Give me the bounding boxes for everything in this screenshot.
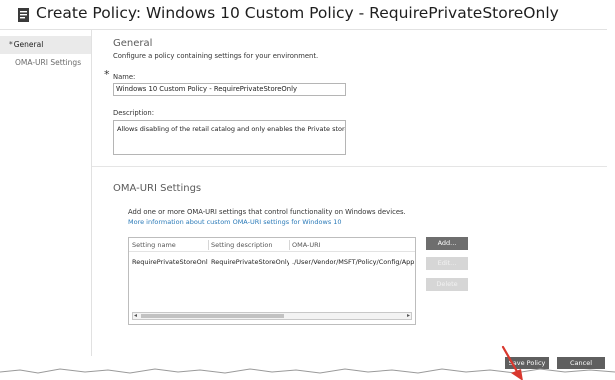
window-title: Create Policy: Windows 10 Custom Policy … xyxy=(36,4,559,22)
annotation-arrow-icon xyxy=(501,345,523,380)
grid-header: Setting name Setting description OMA-URI xyxy=(129,238,415,252)
section-divider xyxy=(92,166,607,167)
description-label: Description: xyxy=(113,109,155,117)
main-panel: General Configure a policy containing se… xyxy=(92,30,607,360)
oma-uri-heading: OMA-URI Settings xyxy=(113,183,202,194)
cell-setting-description: RequirePrivateStoreOnly xyxy=(211,258,289,266)
oma-uri-grid: Setting name Setting description OMA-URI… xyxy=(128,237,416,325)
wizard-nav: *General OMA-URI Settings xyxy=(0,30,92,360)
delete-button[interactable]: Delete xyxy=(426,278,468,291)
policy-window: Create Policy: Windows 10 Custom Policy … xyxy=(0,0,607,370)
horizontal-scrollbar[interactable]: ◂ ▸ xyxy=(132,312,412,320)
nav-item-oma-uri-settings[interactable]: OMA-URI Settings xyxy=(0,54,91,72)
column-separator xyxy=(208,240,209,250)
nav-item-label: OMA-URI Settings xyxy=(15,58,82,67)
general-heading: General xyxy=(113,38,153,49)
column-header-setting-name[interactable]: Setting name xyxy=(132,241,176,249)
oma-uri-intro: Add one or more OMA-URI settings that co… xyxy=(128,208,406,216)
scroll-left-icon[interactable]: ◂ xyxy=(134,312,137,319)
required-marker: * xyxy=(9,40,13,49)
scroll-right-icon[interactable]: ▸ xyxy=(407,312,410,319)
column-header-setting-description[interactable]: Setting description xyxy=(211,241,272,249)
required-marker: * xyxy=(104,68,110,81)
scrollbar-thumb[interactable] xyxy=(141,314,284,318)
edit-button[interactable]: Edit... xyxy=(426,257,468,270)
nav-item-general[interactable]: *General xyxy=(0,36,91,54)
description-field[interactable]: Allows disabling of the retail catalog a… xyxy=(113,120,346,155)
name-field[interactable]: Windows 10 Custom Policy - RequirePrivat… xyxy=(113,83,346,96)
general-description: Configure a policy containing settings f… xyxy=(113,52,319,60)
column-header-oma-uri[interactable]: OMA-URI xyxy=(292,241,321,249)
name-label: Name: xyxy=(113,73,136,81)
cell-oma-uri: ./User/Vendor/MSFT/Policy/Config/Applic xyxy=(292,258,414,266)
column-separator xyxy=(289,240,290,250)
title-bar: Create Policy: Windows 10 Custom Policy … xyxy=(0,0,607,30)
cell-setting-name: RequirePrivateStoreOnly xyxy=(132,258,208,266)
policy-document-icon xyxy=(18,8,29,22)
nav-item-label: General xyxy=(13,40,44,49)
oma-uri-help-link[interactable]: More information about custom OMA-URI se… xyxy=(128,218,342,226)
add-button[interactable]: Add... xyxy=(426,237,468,250)
